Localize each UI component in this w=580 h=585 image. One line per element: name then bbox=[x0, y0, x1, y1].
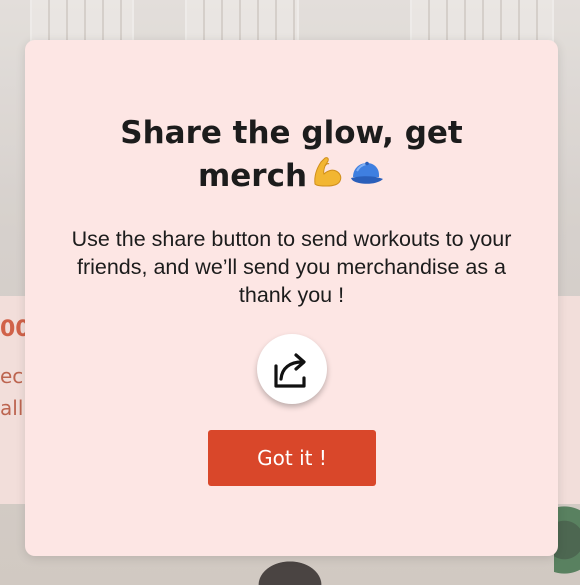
blue-cap-emoji-icon bbox=[349, 156, 385, 199]
got-it-button[interactable]: Got it ! bbox=[208, 430, 376, 486]
modal-description: Use the share button to send workouts to… bbox=[71, 227, 512, 307]
share-icon bbox=[274, 353, 306, 388]
modal-title-text: Share the glow, get merch bbox=[120, 115, 463, 194]
flexed-biceps-emoji-icon bbox=[311, 156, 345, 200]
share-button[interactable] bbox=[257, 334, 327, 404]
share-merch-modal: Share the glow, get merch Use the share … bbox=[25, 40, 558, 556]
modal-title: Share the glow, get merch bbox=[85, 112, 498, 200]
